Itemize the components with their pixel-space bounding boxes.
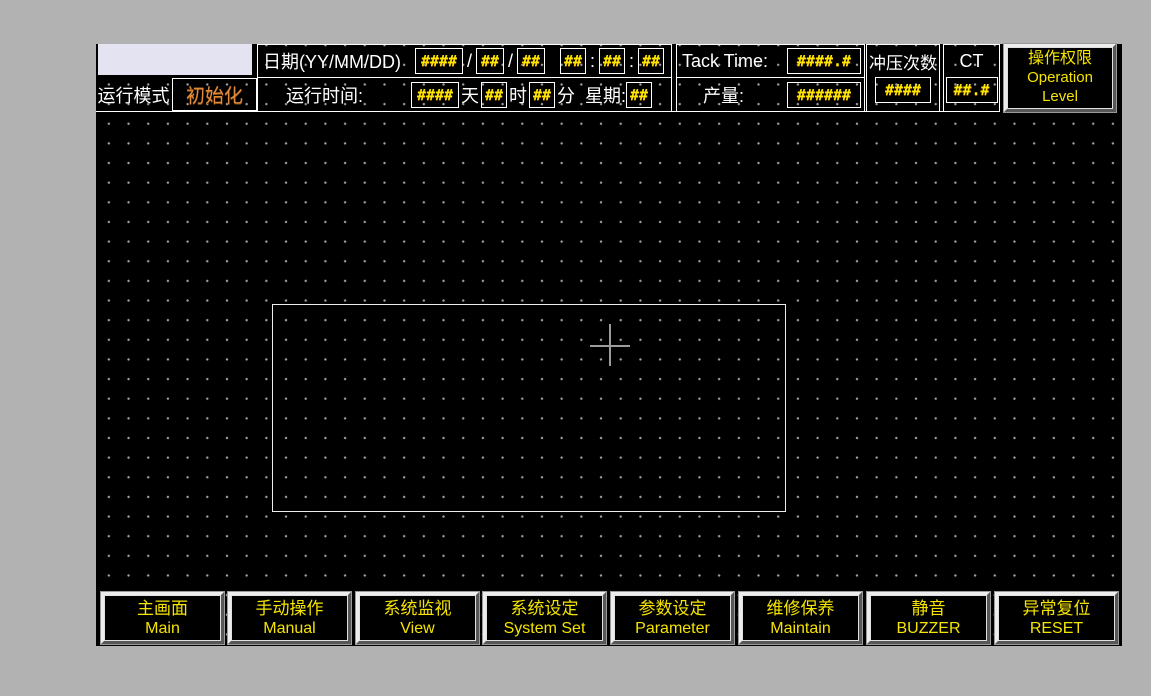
nav-button-parameter[interactable]: 参数设定 Parameter [610,591,735,645]
date-separator: / [467,50,473,71]
date-day-value: ## [517,48,546,74]
nav-button-view[interactable]: 系统监视 View [355,591,480,645]
nav-button-label-zh: 系统设定 [510,598,579,618]
nav-button-maintain[interactable]: 维修保养 Maintain [738,591,863,645]
runtime-days-value: #### [411,81,460,108]
nav-button-label-en: View [400,620,435,638]
nav-button-reset[interactable]: 异常复位 RESET [994,591,1119,645]
header-divider-line [96,111,1000,112]
date-month-value: ## [476,48,505,74]
crosshair-cursor [609,324,611,366]
datetime-block: 日期(YY/MM/DD) #### / ## / ## ## : ## : ##… [257,44,672,112]
operation-level-label-en2: Level [1042,88,1078,105]
nav-button-label-zh: 参数设定 [638,598,707,618]
yield-label: 产量: [703,85,745,106]
press-count-label: 冲压次数 [869,53,937,73]
time-second-value: ## [638,48,665,74]
tack-time-value: ####.# [787,48,861,74]
press-count-value: #### [875,77,931,103]
time-hour-value: ## [560,48,587,74]
operation-level-label-en1: Operation [1027,69,1093,87]
time-separator: : [590,50,596,71]
day-unit-label: 天 [461,85,480,106]
nav-button-main[interactable]: 主画面 Main [100,591,225,645]
yield-row: 产量: ###### [677,78,864,111]
press-count-block: 冲压次数 #### [866,44,940,112]
nav-button-label-en: Parameter [635,620,710,638]
status-display-box [98,44,252,75]
weekday-label: 星期: [585,85,627,106]
nav-button-label-zh: 手动操作 [255,598,324,618]
nav-button-label-zh: 异常复位 [1022,598,1091,618]
time-minute-value: ## [599,48,626,74]
runtime-row: 运行时间: #### 天 ## 时 ## 分 星期: ## [258,78,671,111]
run-mode-label: 运行模式 [97,85,170,106]
nav-button-manual[interactable]: 手动操作 Manual [227,591,352,645]
nav-button-label-en: BUZZER [896,620,961,638]
nav-button-buzzer[interactable]: 静音 BUZZER [866,591,991,645]
nav-button-label-zh: 静音 [911,598,946,618]
date-separator: / [508,50,514,71]
nav-button-label-zh: 维修保养 [766,598,835,618]
time-separator: : [629,50,635,71]
runtime-minutes-value: ## [529,81,556,108]
weekday-value: ## [626,81,653,108]
tack-time-row: Tack Time: ####.# [677,45,864,78]
yield-value: ###### [787,81,861,108]
drawing-rectangle [272,304,786,512]
nav-button-label-en: Manual [263,620,316,638]
ct-block: CT ##.# [943,44,1000,112]
tacktime-yield-block: Tack Time: ####.# 产量: ###### [676,44,865,112]
date-label: 日期(YY/MM/DD) [263,52,401,72]
operation-level-label-zh: 操作权限 [1027,50,1092,68]
ct-label: CT [959,50,984,71]
nav-button-label-en: System Set [503,620,586,638]
nav-button-label-en: Maintain [770,620,831,638]
nav-button-label-zh: 系统监视 [383,598,452,618]
date-year-value: #### [415,48,463,74]
nav-button-system-set[interactable]: 系统设定 System Set [482,591,607,645]
operation-level-button[interactable]: 操作权限 Operation Level [1003,43,1117,113]
runtime-label: 运行时间: [286,85,364,106]
hmi-screen: 运行模式 初始化 日期(YY/MM/DD) #### / ## / ## ## … [96,43,1122,646]
date-row: 日期(YY/MM/DD) #### / ## / ## ## : ## : ## [258,45,671,78]
run-mode-value: 初始化 [172,78,257,111]
hour-unit-label: 时 [509,85,528,106]
tack-time-label: Tack Time: [682,50,769,71]
nav-button-label-en: RESET [1029,620,1084,638]
nav-button-label-en: Main [145,620,180,638]
runtime-hours-value: ## [481,81,508,108]
ct-value: ##.# [945,77,998,103]
nav-button-label-zh: 主画面 [137,598,188,618]
minute-unit-label: 分 [557,85,576,106]
